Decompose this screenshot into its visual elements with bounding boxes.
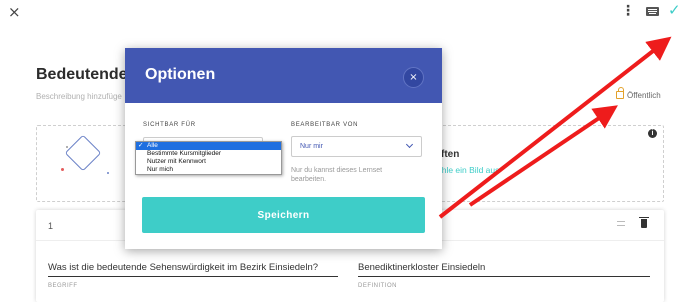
keyboard-icon[interactable]: [646, 7, 659, 16]
options-dialog: Optionen × SICHTBAR FÜR BEARBEITBAR VON …: [125, 48, 442, 249]
visibility-badge-label: Öffentlich: [627, 91, 661, 100]
info-icon[interactable]: i: [648, 129, 657, 138]
selected-check-icon: ✓: [138, 142, 144, 149]
term-underline: [48, 276, 338, 277]
dialog-title: Optionen: [145, 66, 216, 83]
dropdown-option[interactable]: Nutzer mit Kennwort: [136, 158, 281, 166]
trash-icon[interactable]: [639, 217, 649, 228]
card-number: 1: [48, 221, 54, 231]
decor-dot: [61, 168, 64, 171]
editable-by-select[interactable]: Nur mir: [291, 136, 422, 157]
decor-dot: [107, 172, 109, 174]
dropdown-option[interactable]: ✓ Alle: [136, 142, 281, 150]
save-button[interactable]: Speichern: [142, 197, 425, 233]
editable-by-hint: Nur du kannst dieses Lernset bearbeiten.: [291, 167, 383, 183]
page-title[interactable]: Bedeutende: [36, 66, 128, 84]
term-label: BEGRIFF: [48, 283, 78, 289]
chevron-down-icon: [405, 140, 414, 149]
dialog-close-button[interactable]: ×: [403, 67, 424, 88]
visible-for-label: SICHTBAR FÜR: [143, 122, 196, 128]
dropdown-option[interactable]: Bestimmte Kursmitglieder: [136, 150, 281, 158]
description-field[interactable]: Beschreibung hinzufüge: [36, 92, 122, 101]
upload-title: ften: [441, 149, 460, 160]
visible-for-dropdown: ✓ Alle Bestimmte Kursmitglieder Nutzer mi…: [135, 141, 282, 175]
term-input[interactable]: Was ist die bedeutende Sehenswürdigkeit …: [48, 262, 318, 273]
close-icon[interactable]: ×: [8, 3, 21, 21]
decor-dot: [66, 146, 68, 148]
editable-by-label: BEARBEITBAR VON: [291, 122, 359, 128]
visibility-badge[interactable]: Öffentlich: [616, 87, 661, 100]
definition-underline: [358, 276, 650, 277]
dialog-header: Optionen ×: [125, 48, 442, 103]
choose-image-link[interactable]: ähle ein Bild aus: [437, 165, 499, 175]
lock-icon: [616, 87, 624, 99]
dropdown-option[interactable]: Nur mich: [136, 166, 281, 174]
check-icon[interactable]: ✓: [668, 1, 681, 19]
more-vert-icon[interactable]: ⋮: [621, 3, 635, 19]
definition-label: DEFINITION: [358, 283, 397, 289]
definition-input[interactable]: Benediktinerkloster Einsiedeln: [358, 262, 485, 273]
editable-by-value: Nur mir: [300, 143, 323, 150]
drag-handle-icon[interactable]: [617, 221, 625, 226]
